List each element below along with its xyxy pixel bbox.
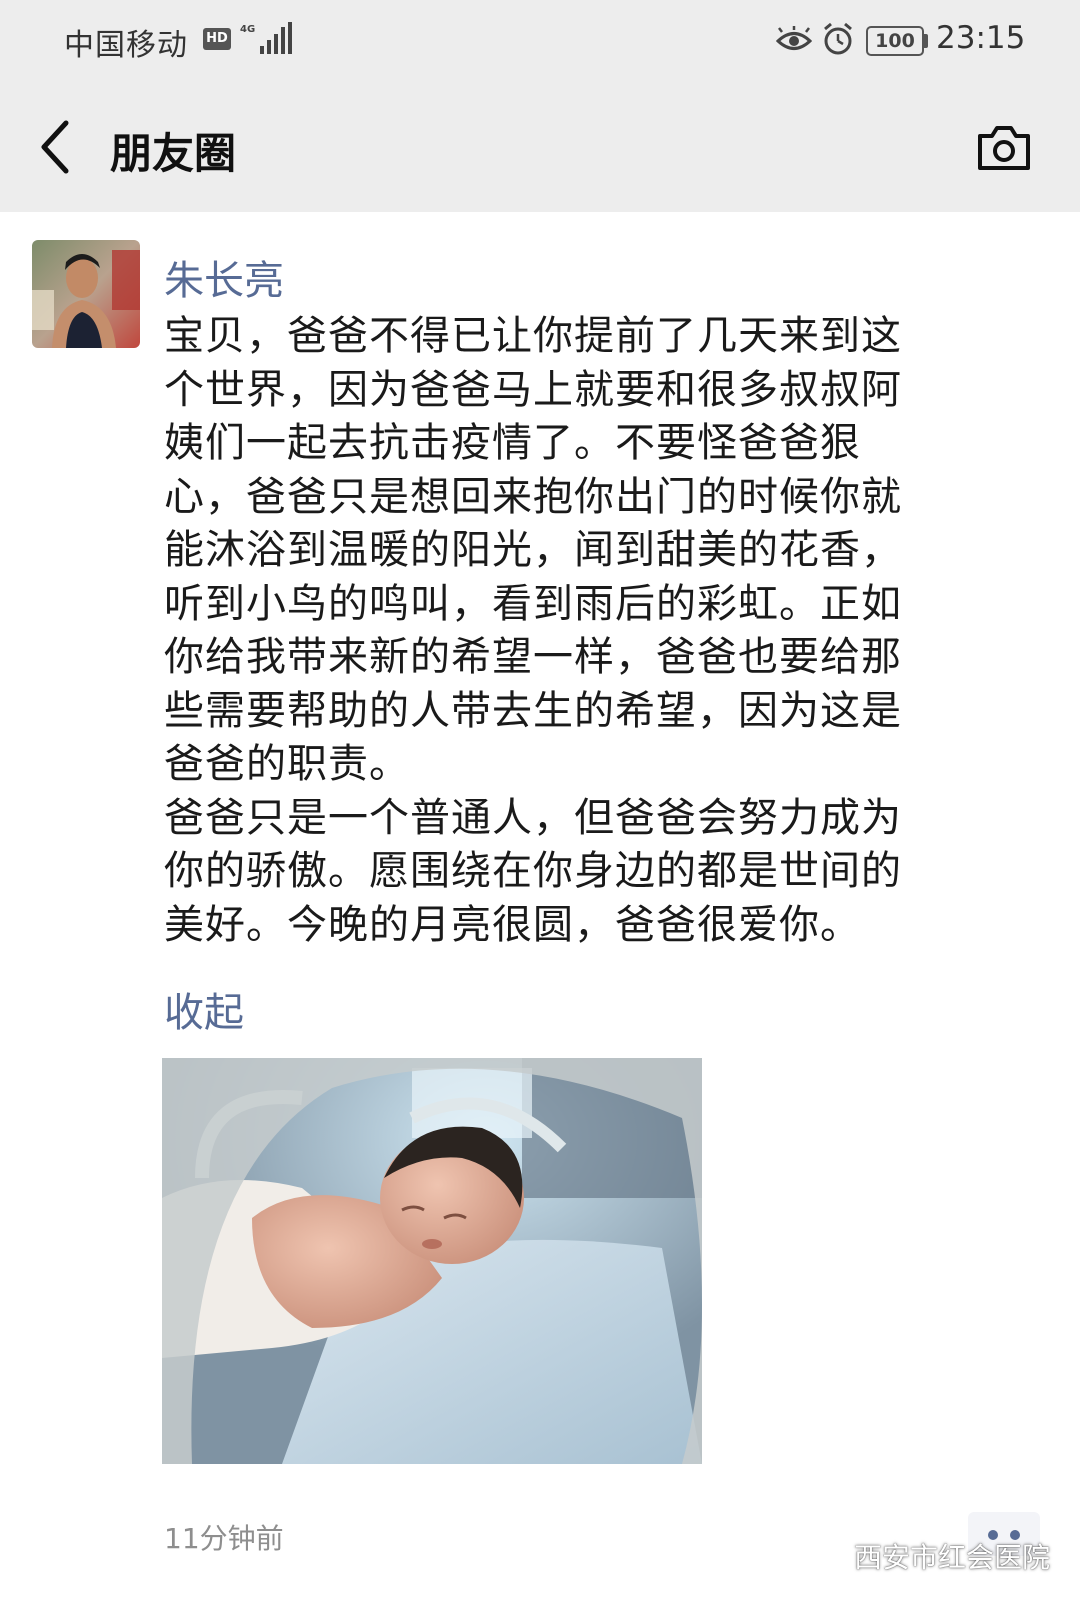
battery-indicator: 100 xyxy=(866,26,924,56)
chevron-left-icon[interactable] xyxy=(36,117,76,177)
post-timestamp: 11分钟前 xyxy=(164,1522,284,1555)
watermark: 西安市红会医院 xyxy=(854,1541,1051,1574)
status-bar: 中国移动 HD 4G 100 23:15 xyxy=(0,0,1080,82)
hd-badge: HD xyxy=(203,28,231,50)
nav-bar: 朋友圈 xyxy=(0,82,1080,212)
wechat-logo-icon xyxy=(806,1540,845,1572)
post-text: 宝贝，爸爸不得已让你提前了几天来到这 个世界，因为爸爸马上就要和很多叔叔阿 姨们… xyxy=(164,313,902,948)
carrier-label: 中国移动 xyxy=(64,28,188,63)
eye-icon xyxy=(776,26,812,50)
page-title: 朋友圈 xyxy=(110,129,237,178)
newborn-photo xyxy=(162,1058,702,1464)
svg-text:4G: 4G xyxy=(240,24,255,35)
avatar[interactable] xyxy=(32,240,140,348)
battery-tip xyxy=(924,34,928,48)
clock: 23:15 xyxy=(936,20,1026,56)
alarm-clock-icon xyxy=(824,22,852,55)
post-photo[interactable] xyxy=(162,1058,702,1464)
avatar-photo xyxy=(32,240,140,348)
post-author[interactable]: 朱长亮 xyxy=(164,248,284,306)
signal-icon: 4G xyxy=(240,22,292,54)
camera-icon[interactable] xyxy=(976,122,1032,172)
collapse-link[interactable]: 收起 xyxy=(164,980,244,1038)
